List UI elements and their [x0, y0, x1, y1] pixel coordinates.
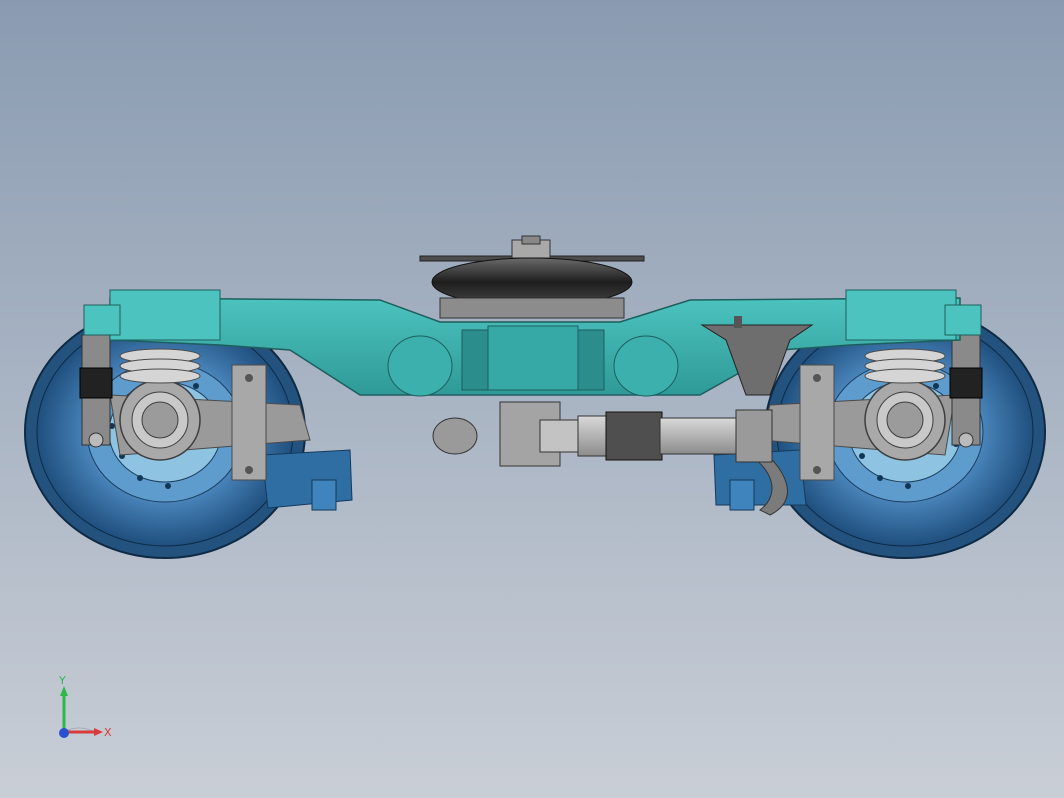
left-coil-spring: [119, 348, 201, 384]
z-axis-dot: [59, 728, 69, 738]
right-vertical-damper: [949, 334, 983, 448]
x-axis-label: X: [104, 726, 112, 739]
gearbox-left: [261, 449, 353, 511]
cad-viewport[interactable]: Y X: [0, 0, 1064, 798]
right-axle-hub: [864, 379, 946, 461]
air-spring: [419, 235, 645, 319]
y-axis-label: Y: [58, 674, 66, 687]
x-axis-arrowhead: [94, 728, 103, 736]
coordinate-triad: Y X: [58, 674, 112, 739]
bogie-model: [24, 235, 1046, 559]
y-axis-arrowhead: [60, 686, 68, 696]
right-coil-spring: [864, 348, 946, 384]
left-axle-hub: [119, 379, 201, 461]
left-vertical-damper: [79, 334, 113, 448]
